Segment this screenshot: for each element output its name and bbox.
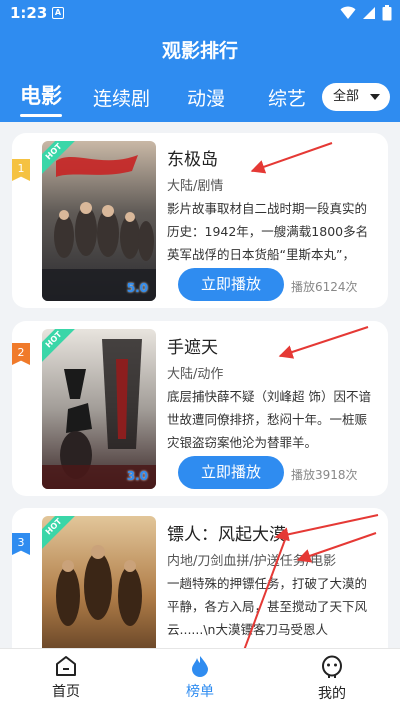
status-icons [340, 5, 392, 21]
home-icon [56, 656, 76, 676]
movie-description: 底层捕快薛不疑（刘峰超 饰）因不谙世故遭同僚排挤，愁闷十年。一桩赈灾银盗窃案他沦… [167, 389, 371, 450]
movie-title[interactable]: 镖人：风起大漠 [167, 520, 286, 545]
tab-variety[interactable]: 综艺 [268, 84, 306, 111]
rank-badge: 2 [12, 343, 30, 365]
play-button[interactable]: 立即播放 [178, 268, 284, 301]
movie-score: 5.0 [126, 281, 148, 295]
nav-ranking[interactable]: 榜单 [170, 655, 230, 701]
movie-genre: 大陆/剧情 [167, 179, 224, 194]
play-button[interactable]: 立即播放 [178, 456, 284, 489]
poster-image [42, 141, 156, 301]
nav-profile[interactable]: 我的 [302, 655, 362, 703]
movie-genre: 内地/刀剑血拼/护送任务/电影 [167, 554, 337, 569]
play-count: 播放3918次 [291, 468, 358, 482]
nav-home-label: 首页 [52, 684, 80, 700]
poster-image [42, 329, 156, 489]
signal-icon [363, 7, 375, 19]
filter-dropdown[interactable]: 全部 [322, 83, 390, 111]
movie-description: 影片故事取材自二战时期一段真实的历史：1942年，一艘满载1800多名英军战俘的… [167, 201, 369, 262]
nav-home[interactable]: 首页 [36, 655, 96, 701]
movie-poster[interactable]: HOT 5.0 [42, 141, 156, 301]
status-bar: 1:23 A [0, 0, 400, 28]
ranking-icon [192, 656, 208, 677]
play-count: 播放6124次 [291, 280, 358, 294]
movie-title[interactable]: 东极岛 [167, 145, 218, 170]
app-header: 1:23 A 观影排行 电影 连续剧 动漫 综艺 全部 [0, 0, 400, 122]
tab-series[interactable]: 连续剧 [93, 84, 150, 111]
movie-poster[interactable]: HOT 3.0 [42, 329, 156, 489]
nav-profile-label: 我的 [318, 686, 346, 702]
active-tab-indicator [20, 114, 62, 117]
nav-ranking-label: 榜单 [186, 684, 214, 700]
battery-icon [382, 5, 392, 21]
movie-title[interactable]: 手遮天 [167, 333, 218, 358]
movie-score: 3.0 [126, 469, 148, 483]
tab-movie[interactable]: 电影 [20, 80, 62, 110]
filter-label: 全部 [333, 89, 360, 104]
profile-icon [322, 655, 342, 678]
caret-down-icon [370, 94, 380, 100]
movie-genre: 大陆/动作 [167, 367, 224, 382]
rank-badge: 1 [12, 159, 30, 181]
tab-anime[interactable]: 动漫 [187, 84, 225, 111]
status-time: 1:23 [10, 4, 48, 22]
movie-card[interactable]: 1 HOT 5.0 东极岛 大陆/剧情 影片故事取材自二战时期一段真实的历史：1… [12, 133, 388, 308]
bottom-nav: 首页 榜单 我的 [0, 648, 400, 710]
wifi-icon [340, 6, 356, 19]
page-title: 观影排行 [161, 40, 238, 62]
notification-icon: A [52, 7, 64, 19]
rank-badge: 3 [12, 533, 30, 555]
movie-card[interactable]: 2 HOT 3.0 手遮天 大陆/动作 底层捕快薛不疑（刘峰超 饰）因不谙世故遭… [12, 321, 388, 496]
